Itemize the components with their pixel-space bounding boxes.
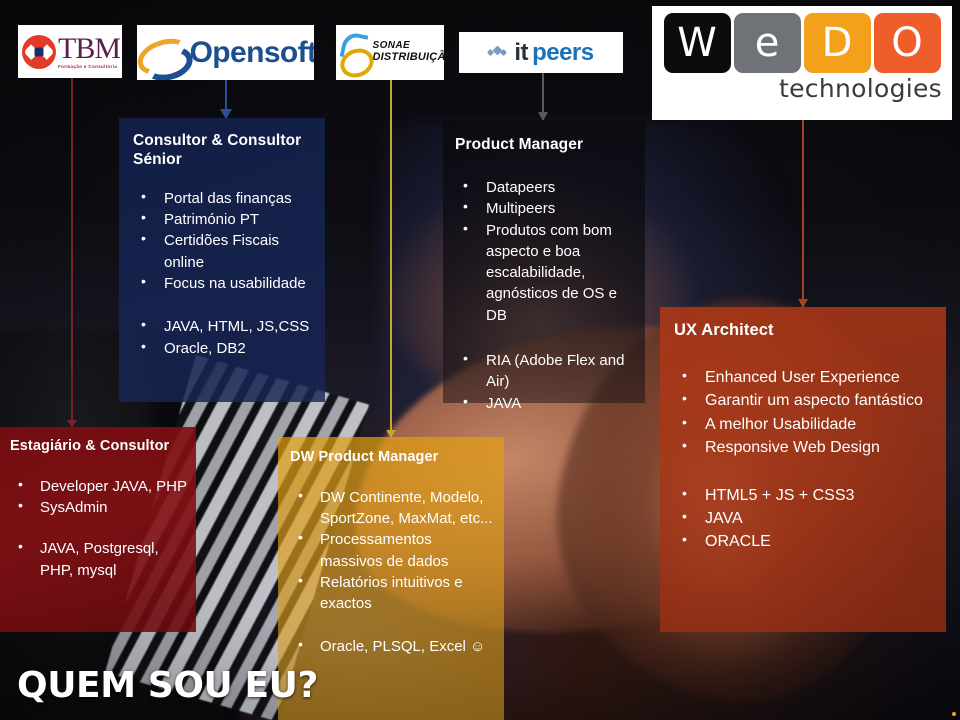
logo-tbm: TBM Formação e Consultoria xyxy=(18,25,122,78)
list-item: Produtos com bom aspecto e boa escalabil… xyxy=(455,218,637,326)
connector-line xyxy=(390,80,392,437)
list-item: ORACLE xyxy=(674,529,936,553)
sonae-lockup: SONAE DISTRIBUIÇÃO xyxy=(336,33,445,73)
wedo-letter-o: O xyxy=(873,13,941,73)
box-estagiario-consultor: Estagiário & Consultor Developer JAVA, P… xyxy=(0,427,196,632)
list-item: Portal das finanças xyxy=(133,187,315,209)
itpeers-lockup: it peers xyxy=(487,38,594,67)
box-estagiario-tech: JAVA, Postgresql, PHP, mysql xyxy=(10,537,190,581)
list-item: Oracle, DB2 xyxy=(133,337,315,359)
box-consultor-title: Consultor & Consultor Sénior xyxy=(133,132,302,168)
wedo-letter-e: e xyxy=(733,13,801,73)
corner-accent-dot xyxy=(952,712,956,716)
page-title: QUEM SOU EU? xyxy=(17,665,318,706)
list-item: Património PT xyxy=(133,208,315,230)
box-ux-architect-title: UX Architect xyxy=(674,321,774,339)
list-item: Certidões Fiscais online xyxy=(133,229,315,273)
box-product-manager-title: Product Manager xyxy=(455,136,584,153)
list-item: JAVA xyxy=(674,506,936,530)
list-item: RIA (Adobe Flex and Air) xyxy=(455,349,637,393)
list-item: A melhor Usabilidade xyxy=(674,412,936,436)
tbm-text: TBM Formação e Consultoria xyxy=(58,31,121,70)
wedo-letter-row: W e D O xyxy=(657,6,948,73)
list-item: Developer JAVA, PHP xyxy=(10,475,190,497)
list-item: HTML5 + JS + CSS3 xyxy=(674,483,936,507)
sonae-subwordmark: DISTRIBUIÇÃO xyxy=(372,50,445,63)
connector-line xyxy=(802,120,804,307)
wedo-letter-d: D xyxy=(803,13,871,73)
itpeers-wordmark-it: it xyxy=(514,38,529,66)
box-estagiario-title: Estagiário & Consultor xyxy=(10,438,170,454)
opensoft-wordmark: Opensoft xyxy=(189,35,314,69)
logo-opensoft: Opensoft xyxy=(137,25,314,80)
connector-line xyxy=(71,78,73,427)
list-item: Datapeers xyxy=(455,176,637,198)
logo-sonae: SONAE DISTRIBUIÇÃO xyxy=(336,25,444,80)
sonae-text: SONAE DISTRIBUIÇÃO xyxy=(373,41,445,63)
box-ux-architect-tech: HTML5 + JS + CSS3 JAVA ORACLE xyxy=(674,483,936,554)
tbm-wordmark: TBM xyxy=(58,31,121,65)
list-item: JAVA, Postgresql, PHP, mysql xyxy=(10,537,190,581)
tbm-mark-icon xyxy=(22,34,56,69)
list-item: Oracle, PLSQL, Excel ☺ xyxy=(290,635,496,657)
box-product-manager: Product Manager Datapeers Multipeers Pro… xyxy=(443,120,645,412)
slide-canvas: TBM Formação e Consultoria Opensoft SONA… xyxy=(0,0,960,720)
list-item: JAVA, HTML, JS,CSS xyxy=(133,315,315,337)
box-dw-items: DW Continente, Modelo, SportZone, MaxMat… xyxy=(290,486,496,615)
tbm-lockup: TBM Formação e Consultoria xyxy=(18,31,122,70)
tbm-tagline: Formação e Consultoria xyxy=(58,63,118,69)
box-ux-architect: UX Architect Enhanced User Experience Ga… xyxy=(660,307,946,632)
itpeers-wordmark-peers: peers xyxy=(532,38,594,66)
itpeers-diamonds-icon xyxy=(487,45,510,61)
list-item: DW Continente, Modelo, SportZone, MaxMat… xyxy=(290,486,496,530)
wedo-tagline: technologies xyxy=(779,74,942,103)
list-item: JAVA xyxy=(455,392,637,414)
list-item: Multipeers xyxy=(455,197,637,219)
sonae-mark-icon xyxy=(338,33,370,73)
list-item: Enhanced User Experience xyxy=(674,365,936,389)
box-consultor-tech: JAVA, HTML, JS,CSS Oracle, DB2 xyxy=(133,315,315,359)
list-item: Focus na usabilidade xyxy=(133,272,315,294)
box-dw-title: DW Product Manager xyxy=(290,449,439,465)
logo-wedo: W e D O technologies xyxy=(652,6,952,120)
list-item: SysAdmin xyxy=(10,496,190,518)
box-product-manager-items: Datapeers Multipeers Produtos com bom as… xyxy=(455,176,637,326)
list-item: Relatórios intuitivos e exactos xyxy=(290,571,496,615)
list-item: Processamentos massivos de dados xyxy=(290,528,496,572)
list-item: Responsive Web Design xyxy=(674,435,936,459)
box-estagiario-items: Developer JAVA, PHP SysAdmin xyxy=(10,475,190,519)
opensoft-swoosh-icon xyxy=(137,36,187,70)
wedo-letter-w: W xyxy=(663,13,731,73)
box-consultor-senior: Consultor & Consultor Sénior Portal das … xyxy=(119,118,325,402)
box-product-manager-tech: RIA (Adobe Flex and Air) JAVA xyxy=(455,349,637,414)
list-item: Garantir um aspecto fantástico xyxy=(674,388,936,412)
box-dw-tech: Oracle, PLSQL, Excel ☺ xyxy=(290,635,496,657)
box-ux-architect-items: Enhanced User Experience Garantir um asp… xyxy=(674,365,936,459)
logo-itpeers: it peers xyxy=(459,32,623,73)
box-consultor-items: Portal das finanças Património PT Certid… xyxy=(133,187,315,294)
